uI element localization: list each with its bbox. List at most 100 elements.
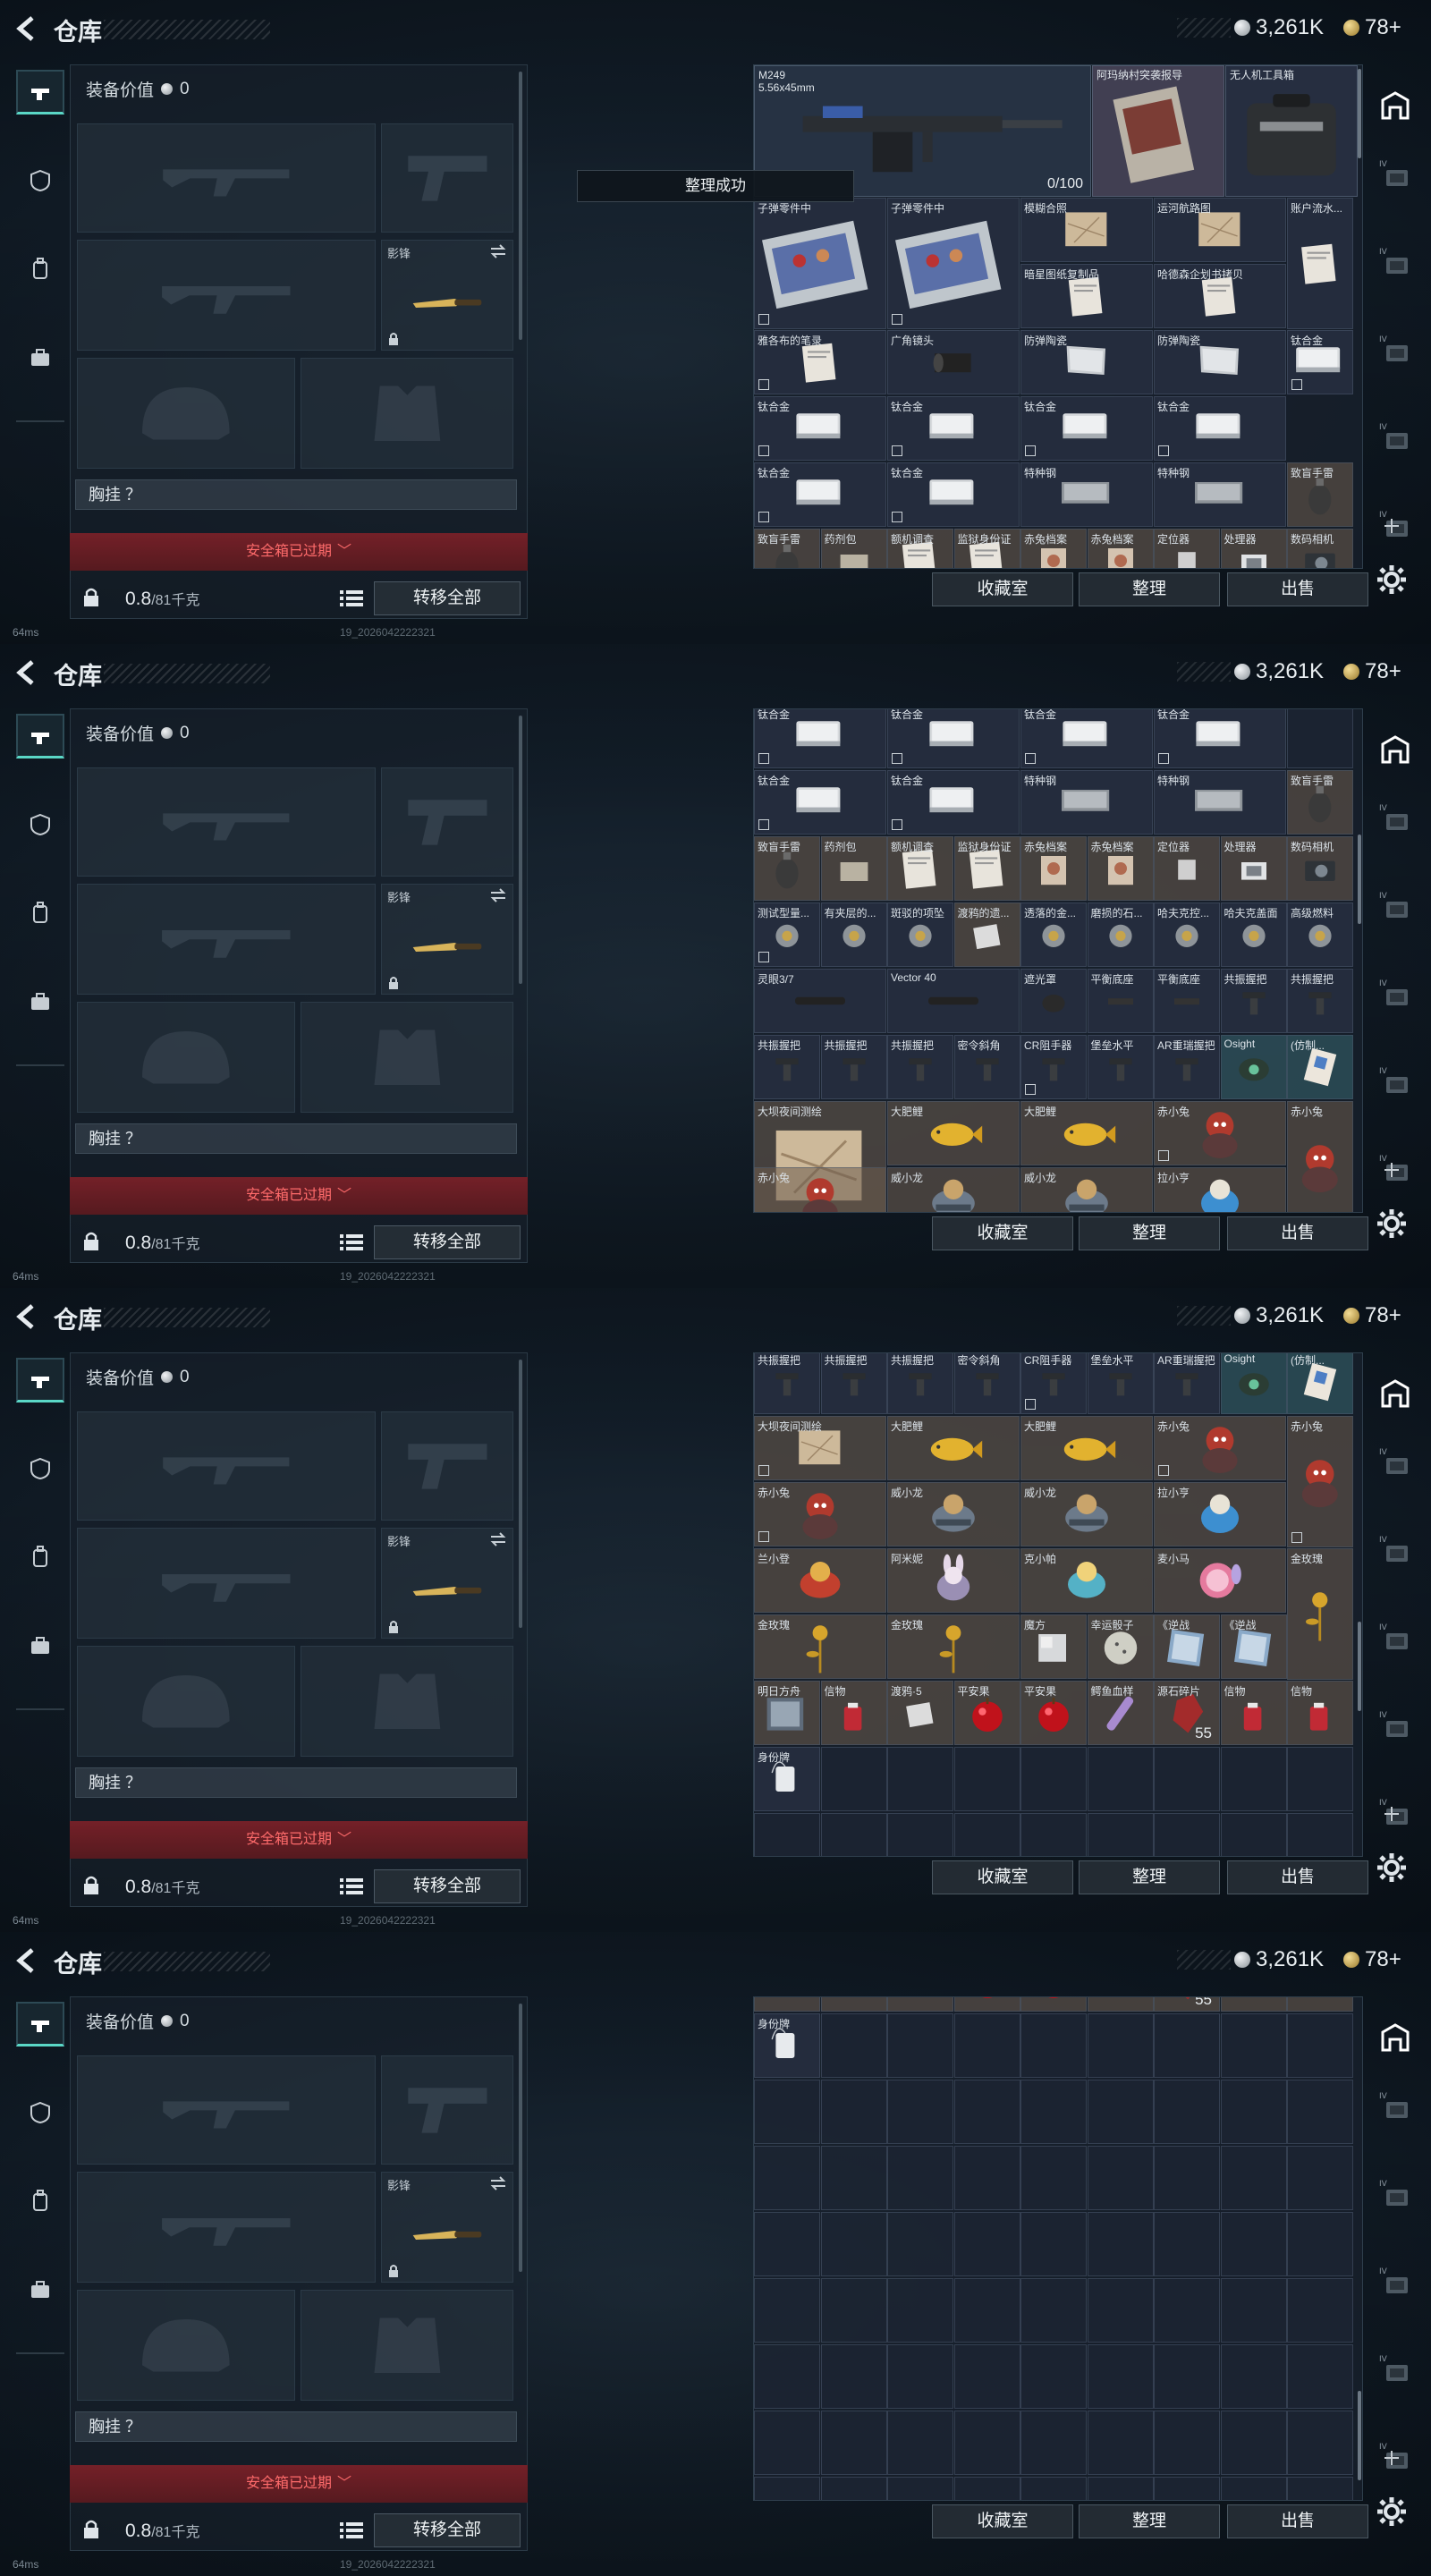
storage-item[interactable]: 模糊合照 <box>1020 198 1153 262</box>
empty-slot[interactable] <box>1287 2477 1353 2500</box>
safe-box-expired-banner[interactable]: 安全箱已过期 ﹀ <box>70 533 528 571</box>
storage-item[interactable]: 金玫瑰 <box>887 1614 1020 1679</box>
storage-tab-4[interactable]: IV <box>1377 1708 1413 1744</box>
arrange-button[interactable]: 整理 <box>1079 2504 1220 2538</box>
empty-slot[interactable] <box>953 2013 1020 2078</box>
empty-slot[interactable] <box>1020 1813 1087 1856</box>
storage-item[interactable]: 运河航路图 <box>1154 198 1286 262</box>
empty-slot[interactable] <box>1087 2212 1154 2276</box>
storage-item[interactable]: 药剂包 <box>820 529 887 568</box>
add-tab-button[interactable] <box>1383 1805 1401 1823</box>
empty-slot[interactable] <box>887 1747 953 1811</box>
safe-box-expired-banner[interactable]: 安全箱已过期 ﹀ <box>70 1177 528 1215</box>
silver-currency[interactable]: 3,261K <box>1234 658 1324 685</box>
gold-currency[interactable]: 78+ <box>1343 1302 1401 1329</box>
chest-rig-slot[interactable]: 胸挂 ？ <box>75 479 517 510</box>
storage-item[interactable]: 钛合金 <box>1020 396 1153 461</box>
nav-case[interactable] <box>16 1623 64 1667</box>
empty-slot[interactable] <box>1154 2212 1220 2276</box>
storage-item[interactable]: 威小龙 <box>1020 1482 1153 1546</box>
secondary-weapon-slot[interactable] <box>77 2172 376 2283</box>
sell-button[interactable]: 出售 <box>1227 1216 1368 1250</box>
empty-slot[interactable] <box>1287 2013 1353 2078</box>
nav-backpack[interactable] <box>16 245 64 290</box>
empty-slot[interactable] <box>887 2344 953 2409</box>
storage-item[interactable]: 钛合金 <box>754 462 886 527</box>
list-view-button[interactable] <box>338 1229 365 1256</box>
nav-weapon[interactable] <box>16 2002 64 2046</box>
storage-item[interactable]: 有夹层的... <box>820 902 887 967</box>
storage-tab-3[interactable]: IV <box>1377 977 1413 1013</box>
settings-button[interactable] <box>1376 1852 1408 1884</box>
arrange-button[interactable]: 整理 <box>1079 1216 1220 1250</box>
empty-slot[interactable] <box>953 2477 1020 2500</box>
empty-slot[interactable] <box>1220 2146 1287 2210</box>
storage-tab-1[interactable]: IV <box>1377 157 1413 193</box>
safe-box-expired-banner[interactable]: 安全箱已过期 ﹀ <box>70 2465 528 2503</box>
storage-item[interactable]: 赤小兔 <box>1154 1101 1286 1165</box>
storage-item[interactable]: 阿米妮 <box>887 1548 1020 1613</box>
storage-home-tab[interactable] <box>1377 2020 1413 2055</box>
storage-item[interactable]: 大肥鲤 <box>887 1416 1020 1480</box>
empty-slot[interactable] <box>1287 2080 1353 2144</box>
storage-item[interactable]: 赤小兔 <box>1154 1416 1286 1480</box>
storage-item[interactable]: 《逆战 <box>1220 1614 1287 1679</box>
storage-item[interactable]: 大肥鲤 <box>1020 1416 1153 1480</box>
settings-button[interactable] <box>1376 2496 1408 2528</box>
empty-slot[interactable] <box>887 2278 953 2343</box>
nav-armor[interactable] <box>16 1445 64 1490</box>
storage-item[interactable]: 测试型量... <box>754 902 820 967</box>
storage-item[interactable]: 平衡底座 <box>1087 969 1154 1033</box>
storage-item[interactable]: 威小龙 <box>887 1167 1020 1212</box>
transfer-all-button[interactable]: 转移全部 <box>374 2513 521 2547</box>
storage-item[interactable]: 钛合金 <box>887 462 1020 527</box>
equipment-scrollbar[interactable] <box>519 716 522 984</box>
helmet-slot[interactable] <box>77 358 295 469</box>
melee-slot[interactable]: 影锋 <box>381 240 513 351</box>
empty-slot[interactable] <box>1287 2212 1353 2276</box>
storage-home-tab[interactable] <box>1377 1376 1413 1411</box>
storage-item[interactable]: 钛合金 <box>1287 330 1353 394</box>
storage-item[interactable]: 幸运骰子 <box>1087 1614 1154 1679</box>
empty-slot[interactable] <box>1154 2146 1220 2210</box>
storage-item[interactable]: 特种钢 <box>1020 770 1153 835</box>
gold-currency[interactable]: 78+ <box>1343 658 1401 685</box>
silver-currency[interactable]: 3,261K <box>1234 14 1324 41</box>
storage-item[interactable]: 致盲手雷 <box>754 529 820 568</box>
storage-item[interactable]: 平安果 <box>1020 1997 1087 2012</box>
storage-tab-2[interactable]: IV <box>1377 1533 1413 1569</box>
helmet-slot[interactable] <box>77 1002 295 1113</box>
empty-slot[interactable] <box>820 1813 887 1856</box>
empty-slot[interactable] <box>820 2146 887 2210</box>
storage-item[interactable]: 堡垒水平 <box>1087 1035 1154 1099</box>
storage-tab-3[interactable]: IV <box>1377 2265 1413 2301</box>
storage-item[interactable]: 特种钢 <box>1020 462 1153 527</box>
empty-slot[interactable] <box>1220 1747 1287 1811</box>
storage-item[interactable]: 克小帕 <box>1020 1548 1153 1613</box>
storage-item[interactable]: 共振握把 <box>887 1035 953 1099</box>
transfer-all-button[interactable]: 转移全部 <box>374 1869 521 1903</box>
storage-item[interactable]: 明日方舟 <box>754 1681 820 1745</box>
storage-item[interactable]: 拉小亨 <box>1154 1482 1286 1546</box>
storage-item[interactable]: 额机调查 <box>887 529 953 568</box>
nav-case[interactable] <box>16 979 64 1023</box>
storage-item[interactable]: 斑驳的项坠 <box>887 902 953 967</box>
storage-item[interactable]: 致盲手雷 <box>1287 770 1353 835</box>
pistol-slot[interactable] <box>381 1411 513 1521</box>
storage-item[interactable]: 赤兔档案 <box>1020 529 1087 568</box>
swap-button[interactable] <box>489 1532 507 1546</box>
storage-item[interactable]: 共振握把 <box>820 1353 887 1414</box>
list-view-button[interactable] <box>338 1873 365 1900</box>
storage-item[interactable]: 身份牌 <box>754 2013 820 2078</box>
empty-slot[interactable] <box>1087 2080 1154 2144</box>
primary-weapon-slot[interactable] <box>77 123 376 233</box>
safe-box-expired-banner[interactable]: 安全箱已过期 ﹀ <box>70 1821 528 1859</box>
melee-slot[interactable]: 影锋 <box>381 1528 513 1639</box>
empty-slot[interactable] <box>1020 2278 1087 2343</box>
empty-slot[interactable] <box>887 2477 953 2500</box>
storage-item[interactable]: 赤兔档案 <box>1087 529 1154 568</box>
storage-item[interactable]: Vector 40 <box>887 969 1020 1033</box>
empty-slot[interactable] <box>1020 2344 1087 2409</box>
storage-item[interactable]: 鳄鱼血样 <box>1087 1997 1154 2012</box>
storage-item[interactable]: 额机调查 <box>887 836 953 901</box>
